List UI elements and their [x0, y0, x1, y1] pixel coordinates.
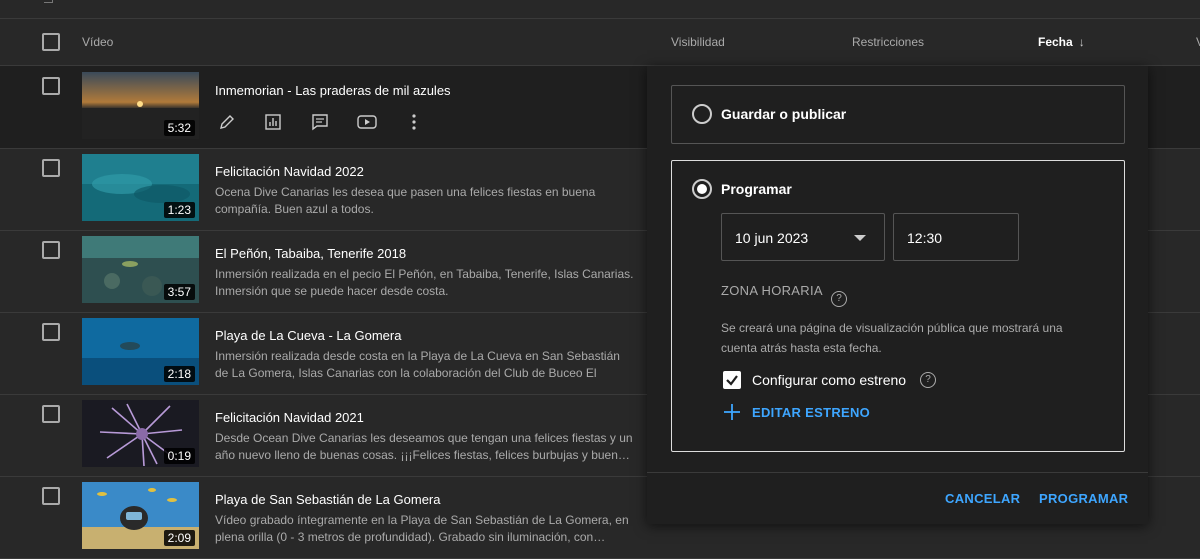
- row-checkbox[interactable]: [42, 159, 60, 177]
- checkmark-icon: [726, 375, 738, 386]
- plus-icon[interactable]: [723, 403, 741, 421]
- schedule-radio[interactable]: [692, 179, 712, 199]
- video-description: Vídeo grabado íntegramente en la Playa d…: [215, 513, 629, 544]
- row-checkbox[interactable]: [42, 405, 60, 423]
- cancel-button[interactable]: CANCELAR: [945, 491, 1020, 506]
- header-date-label: Fecha: [1038, 35, 1073, 49]
- caret-down-icon: [854, 235, 866, 241]
- video-title[interactable]: Playa de La Cueva - La Gomera: [215, 328, 401, 343]
- select-all-checkbox[interactable]: [42, 33, 60, 51]
- top-strip: [0, 0, 1200, 19]
- video-thumbnail[interactable]: 2:18: [82, 318, 199, 385]
- comments-icon[interactable]: [308, 110, 332, 134]
- table-header: Vídeo Visibilidad Restricciones Fecha ↓ V: [0, 19, 1200, 66]
- video-description: Desde Ocean Dive Canarias les deseamos q…: [215, 431, 633, 462]
- video-title[interactable]: El Peñón, Tabaiba, Tenerife 2018: [215, 246, 406, 261]
- edit-premiere-link[interactable]: EDITAR ESTRENO: [752, 405, 870, 420]
- date-picker[interactable]: 10 jun 2023: [721, 213, 885, 261]
- premiere-label: Configurar como estreno: [752, 372, 907, 388]
- video-thumbnail[interactable]: 0:19: [82, 400, 199, 467]
- video-thumbnail[interactable]: 1:23: [82, 154, 199, 221]
- time-value: 12:30: [907, 230, 943, 246]
- save-option-label: Guardar o publicar: [721, 106, 847, 122]
- header-video: Vídeo: [82, 35, 114, 49]
- arrow-down-icon: ↓: [1078, 35, 1085, 49]
- video-thumbnail[interactable]: 2:09: [82, 482, 199, 549]
- schedule-note: Se creará una página de visualización pú…: [721, 321, 1063, 355]
- video-title[interactable]: Felicitación Navidad 2022: [215, 164, 364, 179]
- help-icon[interactable]: ?: [831, 291, 847, 307]
- footer-divider: [647, 472, 1148, 473]
- date-value: 10 jun 2023: [735, 230, 809, 246]
- video-duration: 5:32: [163, 120, 195, 136]
- row-checkbox[interactable]: [42, 323, 60, 341]
- video-description: Inmersión realizada desde costa en la Pl…: [215, 349, 620, 380]
- schedule-dialog: Guardar o publicar Programar 10 jun 2023…: [647, 66, 1148, 524]
- toolbar-fragment: [44, 0, 53, 3]
- header-restrictions[interactable]: Restricciones: [852, 35, 924, 49]
- header-visibility[interactable]: Visibilidad: [671, 35, 725, 49]
- option-schedule-card[interactable]: Programar 10 jun 2023 12:30 ZONA HORARIA…: [671, 160, 1125, 452]
- analytics-icon[interactable]: [261, 110, 285, 134]
- row-checkbox[interactable]: [42, 241, 60, 259]
- more-vert-icon[interactable]: [402, 110, 426, 134]
- video-duration: 0:19: [163, 448, 195, 464]
- row-checkbox[interactable]: [42, 487, 60, 505]
- video-thumbnail[interactable]: 3:57: [82, 236, 199, 303]
- video-duration: 3:57: [163, 284, 195, 300]
- option-save-card[interactable]: Guardar o publicar: [671, 85, 1125, 144]
- video-thumbnail[interactable]: 5:32: [82, 72, 199, 139]
- row-checkbox[interactable]: [42, 77, 60, 95]
- schedule-option-label: Programar: [721, 181, 792, 197]
- premiere-checkbox[interactable]: [723, 371, 741, 389]
- video-description: Inmersión realizada en el pecio El Peñón…: [215, 267, 634, 298]
- save-radio[interactable]: [692, 104, 712, 124]
- video-title[interactable]: Felicitación Navidad 2021: [215, 410, 364, 425]
- schedule-button[interactable]: PROGRAMAR: [1039, 491, 1128, 506]
- youtube-icon[interactable]: [355, 110, 379, 134]
- video-title[interactable]: Playa de San Sebastián de La Gomera: [215, 492, 440, 507]
- premiere-help-icon[interactable]: ?: [920, 372, 936, 388]
- timezone-label[interactable]: ZONA HORARIA: [721, 283, 823, 298]
- time-input[interactable]: 12:30: [893, 213, 1019, 261]
- video-duration: 2:09: [163, 530, 195, 546]
- video-duration: 2:18: [163, 366, 195, 382]
- pencil-icon[interactable]: [215, 110, 239, 134]
- video-title[interactable]: Inmemorian - Las praderas de mil azules: [215, 83, 451, 98]
- video-duration: 1:23: [163, 202, 195, 218]
- header-cut: V: [1196, 35, 1200, 49]
- video-description: Ocena Dive Canarias les desea que pasen …: [215, 185, 596, 216]
- header-date[interactable]: Fecha ↓: [1038, 35, 1085, 49]
